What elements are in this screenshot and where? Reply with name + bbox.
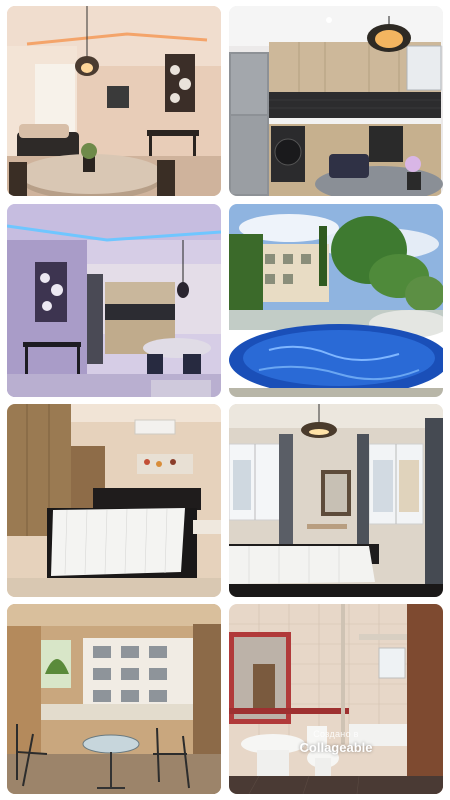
- living-room-photo[interactable]: [7, 6, 221, 196]
- balcony-image: [7, 604, 221, 794]
- bedroom-window-image: [229, 404, 443, 597]
- kitchen-photo[interactable]: [229, 6, 443, 196]
- kitchen-image: [229, 6, 443, 196]
- bathroom-photo[interactable]: [229, 604, 443, 794]
- living-room-image: [7, 6, 221, 196]
- open-plan-image: [7, 204, 221, 397]
- bedroom-image: [7, 404, 221, 597]
- balcony-photo[interactable]: [7, 604, 221, 794]
- open-plan-living-kitchen-photo[interactable]: [7, 204, 221, 397]
- photo-collage: Создано в Collageable: [0, 0, 450, 800]
- pool-image: [229, 204, 443, 397]
- bedroom-wardrobe-photo[interactable]: [7, 404, 221, 597]
- swimming-pool-photo[interactable]: [229, 204, 443, 397]
- bedroom-window-photo[interactable]: [229, 404, 443, 597]
- bathroom-image: [229, 604, 443, 794]
